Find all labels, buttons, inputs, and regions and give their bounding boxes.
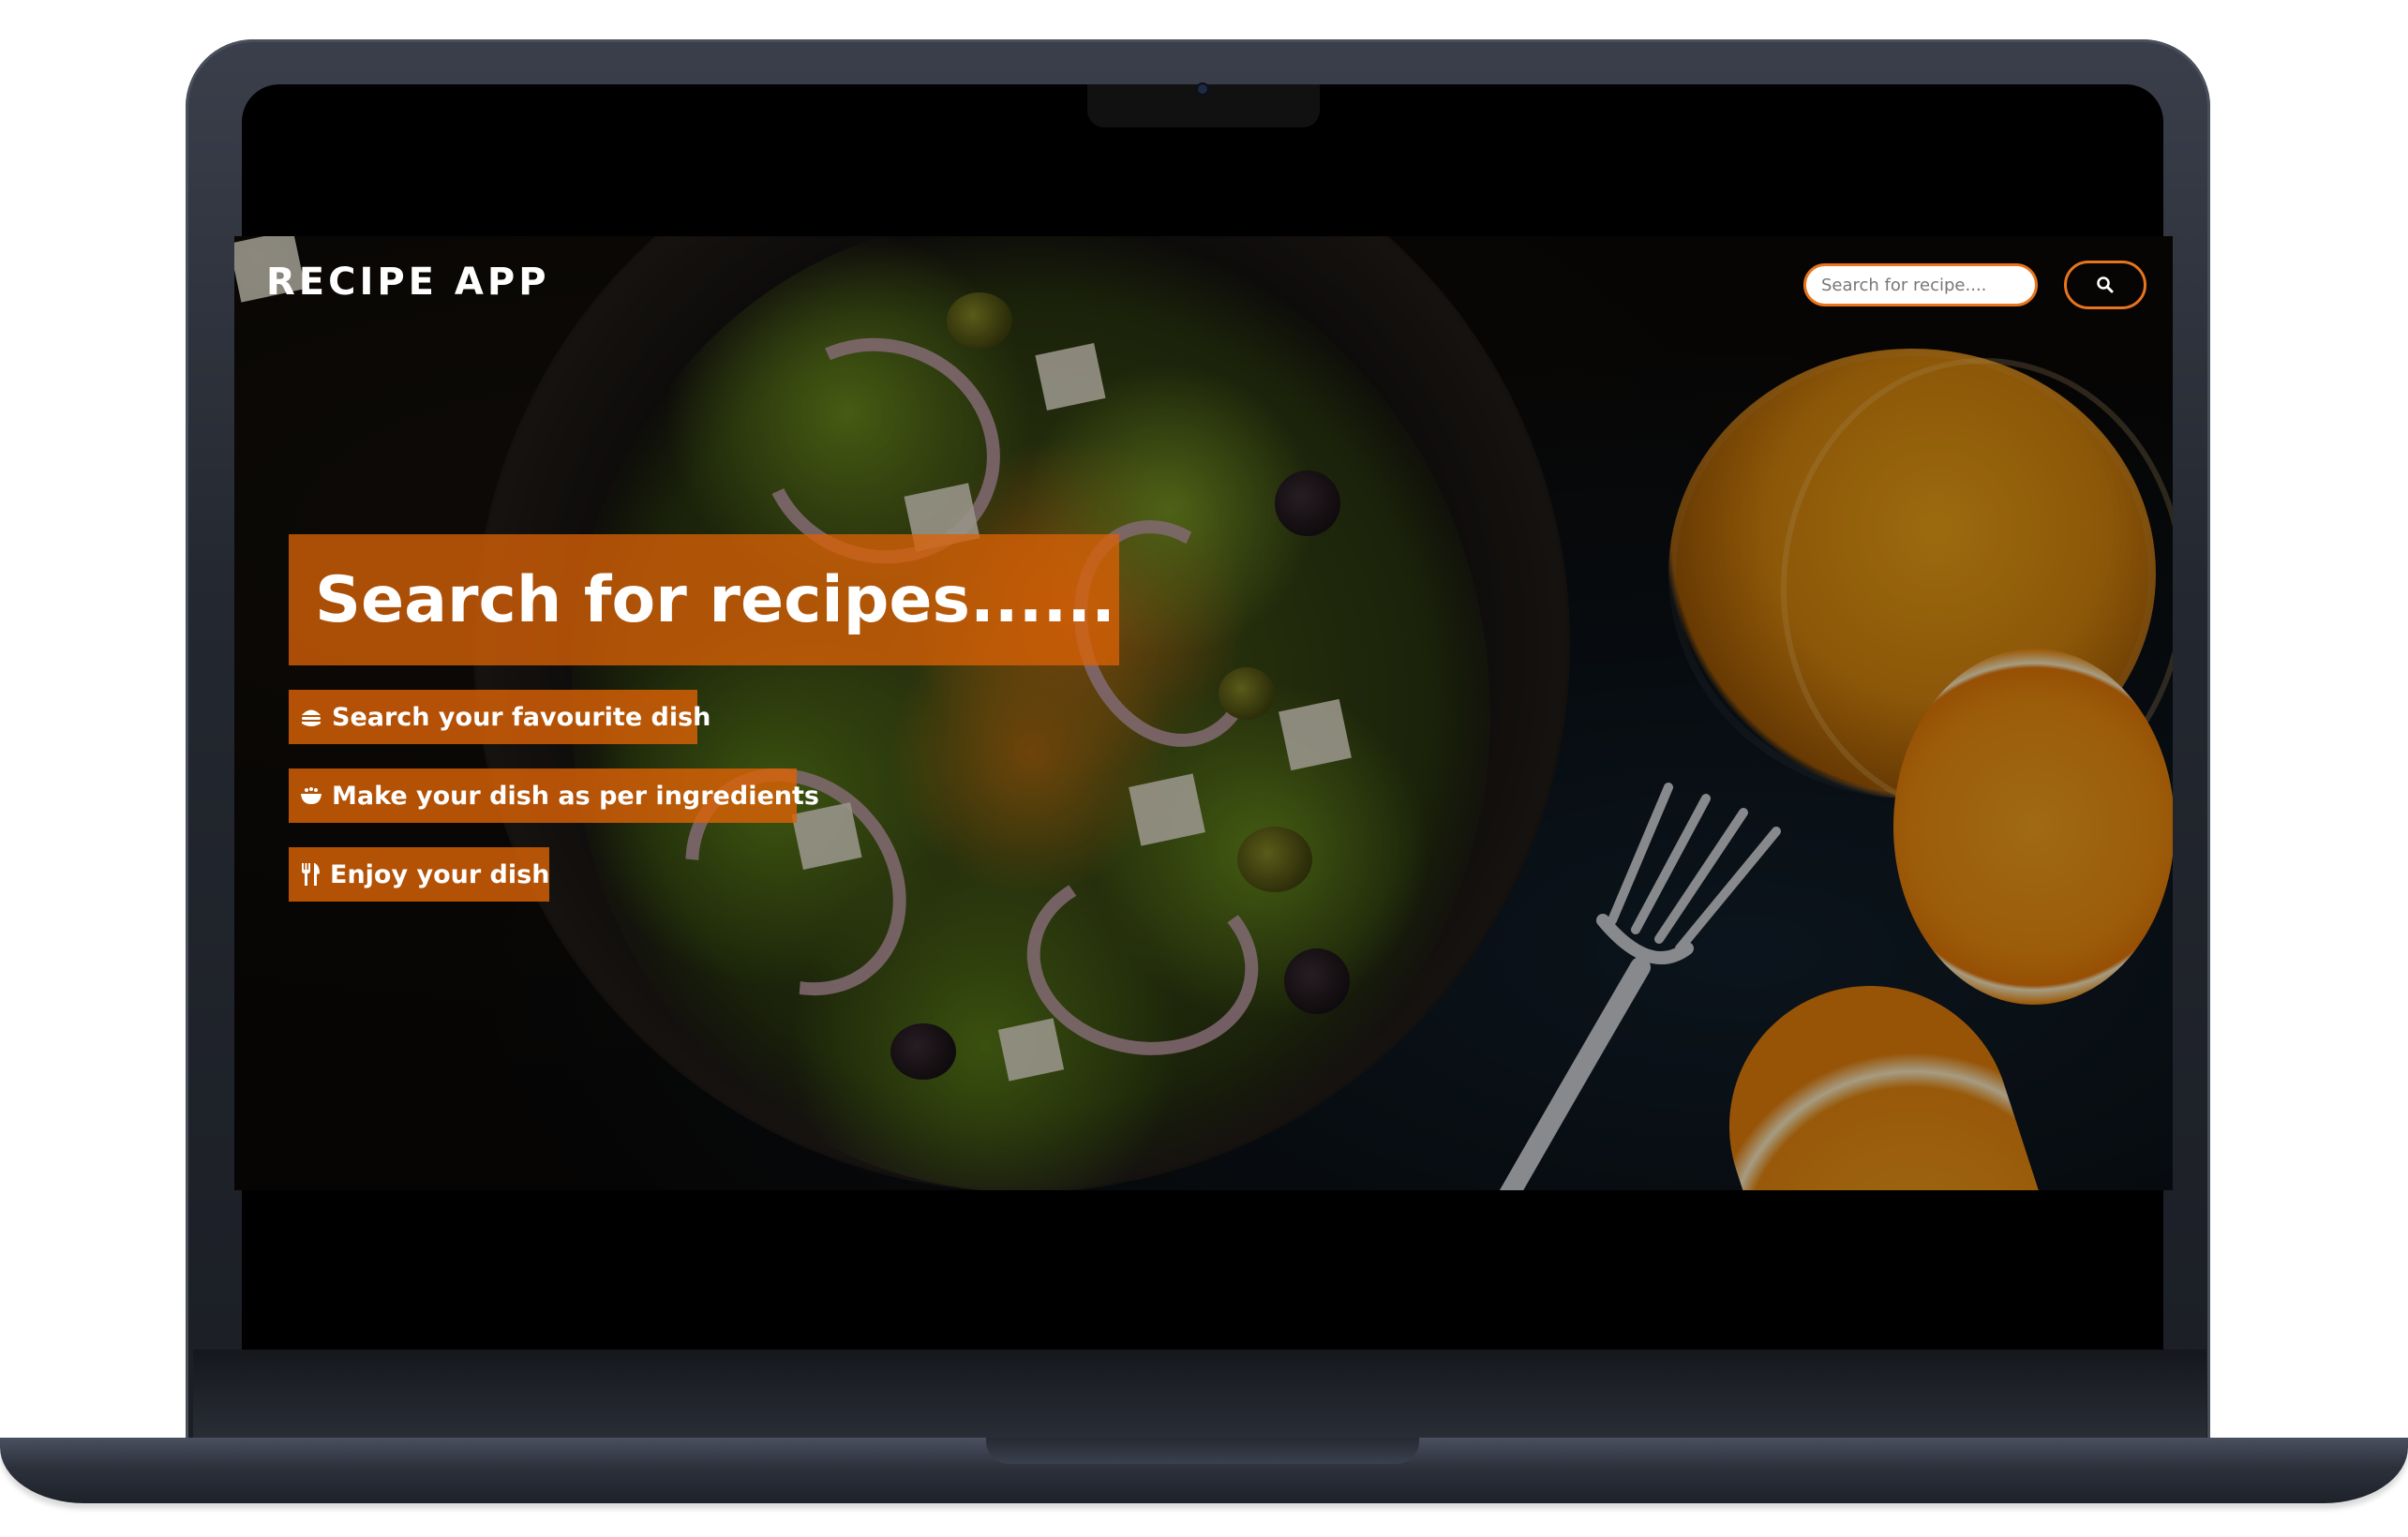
utensils-icon [300, 862, 321, 887]
hero-title-box: Search for recipes...... [289, 534, 1119, 665]
mockup-stage: RECIPE APP Search for recipes...... [0, 0, 2408, 1537]
search-icon [2097, 276, 2114, 293]
laptop-chin [193, 1350, 2206, 1441]
hero-title: Search for recipes...... [315, 562, 1115, 637]
search-input[interactable] [1803, 263, 2038, 306]
laptop-opening-notch [986, 1438, 1419, 1464]
feature-label: Enjoy your dish [330, 859, 550, 889]
feature-label: Search your favourite dish [332, 702, 711, 732]
app-screen: RECIPE APP Search for recipes...... [234, 236, 2173, 1190]
camera-icon [1198, 84, 1207, 94]
app-brand[interactable]: RECIPE APP [266, 261, 550, 304]
feature-item-ingredients: Make your dish as per ingredients [289, 768, 819, 823]
feature-item-enjoy: Enjoy your dish [289, 847, 549, 902]
search-bar [1803, 261, 2146, 309]
bowl-icon [300, 783, 322, 808]
feature-item-search: Search your favourite dish [289, 690, 710, 744]
search-button[interactable] [2064, 261, 2146, 309]
burger-icon [300, 705, 322, 729]
feature-label: Make your dish as per ingredients [332, 781, 819, 811]
